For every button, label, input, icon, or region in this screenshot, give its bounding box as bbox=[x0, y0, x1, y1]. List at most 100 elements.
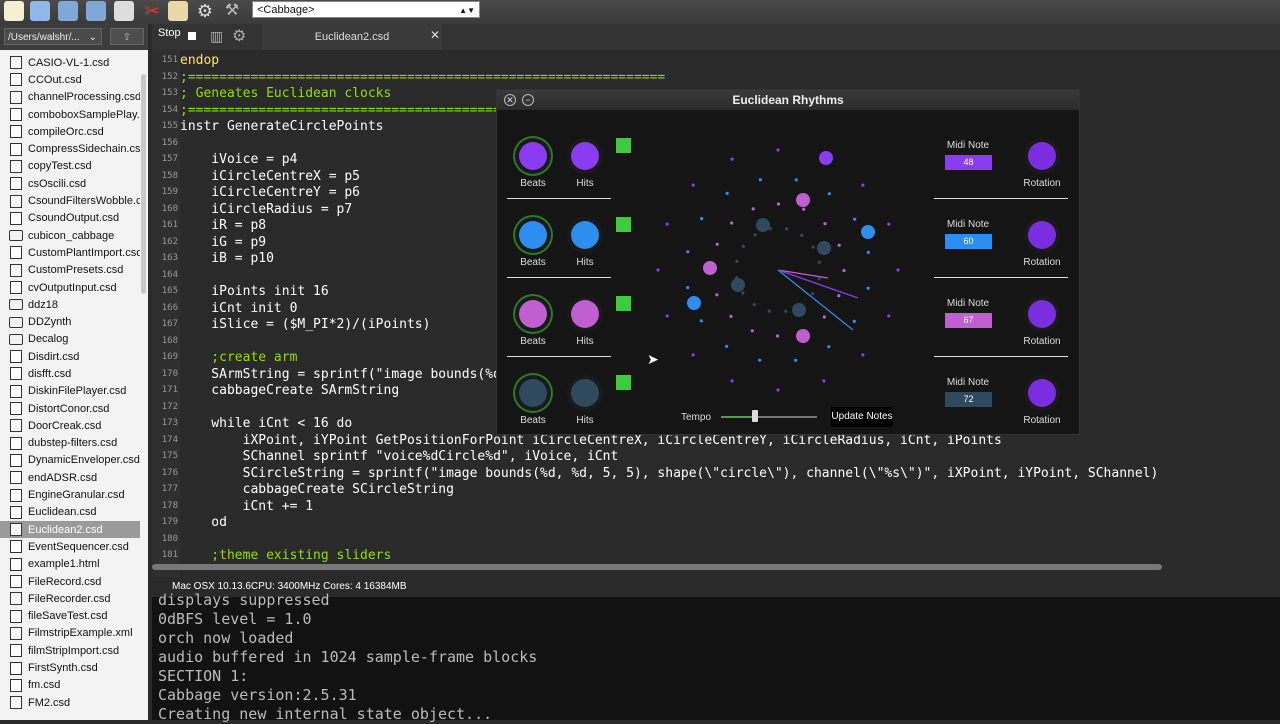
file-list-item[interactable]: disfft.csd bbox=[0, 365, 140, 382]
file-list-item[interactable]: DoorCreak.csd bbox=[0, 417, 140, 434]
file-list-item[interactable]: CustomPlantImport.csd bbox=[0, 244, 140, 261]
sidebar-scrollbar[interactable] bbox=[141, 74, 146, 294]
update-notes-button[interactable]: Update Notes bbox=[831, 407, 893, 427]
line-number: 180 bbox=[161, 533, 178, 544]
plugin-title-bar: Euclidean Rhythms bbox=[497, 90, 1079, 110]
file-list-item[interactable]: DiskinFilePlayer.csd bbox=[0, 383, 140, 400]
file-list-item[interactable]: CsoundFiltersWobble.csd bbox=[0, 192, 140, 209]
grid-icon[interactable]: ▥ bbox=[210, 28, 223, 45]
close-icon[interactable]: ✕ bbox=[504, 94, 516, 106]
horizontal-scrollbar[interactable] bbox=[152, 564, 1162, 570]
rotation-knob[interactable] bbox=[1024, 138, 1060, 174]
file-list-item[interactable]: channelProcessing.csd bbox=[0, 89, 140, 106]
rotation-knob[interactable] bbox=[1024, 375, 1060, 411]
tempo-slider-thumb[interactable] bbox=[751, 410, 758, 422]
step-dot bbox=[776, 148, 780, 152]
file-list-item[interactable]: FileRecord.csd bbox=[0, 573, 140, 590]
file-list-item[interactable]: FM2.csd bbox=[0, 694, 140, 711]
new-file-icon[interactable] bbox=[4, 1, 24, 21]
settings-gear-icon[interactable]: ⚙ bbox=[195, 1, 215, 21]
file-icon bbox=[10, 488, 22, 502]
file-list-item[interactable]: csOscili.csd bbox=[0, 175, 140, 192]
file-list-item[interactable]: copyTest.csd bbox=[0, 158, 140, 175]
cut-icon[interactable]: ✂ bbox=[142, 1, 162, 21]
file-list-item[interactable]: dubstep-filters.csd bbox=[0, 435, 140, 452]
file-list-item[interactable]: compileOrc.csd bbox=[0, 123, 140, 140]
save-icon[interactable] bbox=[58, 1, 78, 21]
file-list-item[interactable]: CASIO-VL-1.csd bbox=[0, 54, 140, 71]
beats-knob[interactable] bbox=[515, 375, 551, 411]
file-list-item[interactable]: comboboxSamplePlay.csd bbox=[0, 106, 140, 123]
beats-knob[interactable] bbox=[515, 296, 551, 332]
file-list-item[interactable]: CsoundOutput.csd bbox=[0, 210, 140, 227]
file-list-item[interactable]: cvOutputInput.csd bbox=[0, 279, 140, 296]
tool-icon[interactable]: ⚒ bbox=[222, 1, 242, 21]
file-list-item[interactable]: Disdirt.csd bbox=[0, 348, 140, 365]
knob-face bbox=[571, 142, 599, 170]
tab-euclidean2[interactable]: Euclidean2.csd bbox=[262, 24, 442, 50]
close-tab-icon[interactable]: ✕ bbox=[430, 28, 440, 42]
beats-label: Beats bbox=[520, 415, 546, 426]
file-name: DynamicEnveloper.csd bbox=[28, 454, 140, 467]
line-number: 166 bbox=[161, 302, 178, 313]
enable-toggle[interactable] bbox=[616, 138, 631, 153]
paste-icon[interactable] bbox=[168, 1, 188, 21]
copy-icon[interactable] bbox=[114, 1, 134, 21]
file-list-item[interactable]: ddz18 bbox=[0, 296, 140, 313]
open-folder-icon[interactable] bbox=[30, 1, 50, 21]
beats-knob[interactable] bbox=[515, 217, 551, 253]
file-name: CCOut.csd bbox=[28, 73, 82, 86]
midi-note-value[interactable]: 48 bbox=[945, 155, 992, 170]
file-name: disfft.csd bbox=[28, 367, 72, 380]
file-list-item[interactable]: Euclidean2.csd bbox=[0, 521, 140, 539]
beats-knob[interactable] bbox=[515, 138, 551, 174]
rotation-knob[interactable] bbox=[1024, 296, 1060, 332]
file-list-item[interactable]: FileRecorder.csd bbox=[0, 590, 140, 607]
path-dropdown[interactable]: /Users/walshr/... ⌄ bbox=[4, 28, 102, 45]
file-list-item[interactable]: CustomPresets.csd bbox=[0, 262, 140, 279]
stop-button[interactable]: Stop bbox=[158, 27, 181, 39]
minimize-icon[interactable]: − bbox=[522, 94, 534, 106]
line-number: 165 bbox=[161, 286, 178, 296]
line-number: 151 bbox=[161, 55, 178, 65]
file-list-item[interactable]: DistortConor.csd bbox=[0, 400, 140, 417]
file-list-item[interactable]: Decalog bbox=[0, 331, 140, 348]
file-list-item[interactable]: cubicon_cabbage bbox=[0, 227, 140, 244]
file-list-item[interactable]: DDZynth bbox=[0, 313, 140, 330]
enable-toggle[interactable] bbox=[616, 296, 631, 311]
file-list-item[interactable]: EventSequencer.csd bbox=[0, 538, 140, 555]
file-list-item[interactable]: CompressSidechain.csd bbox=[0, 140, 140, 157]
file-name: dubstep-filters.csd bbox=[28, 437, 118, 450]
file-list-item[interactable]: Euclidean.csd bbox=[0, 504, 140, 521]
hits-knob[interactable] bbox=[567, 217, 603, 253]
hits-label: Hits bbox=[576, 336, 594, 347]
hits-knob[interactable] bbox=[567, 296, 603, 332]
step-dot bbox=[775, 334, 780, 338]
enable-toggle[interactable] bbox=[616, 217, 631, 232]
file-list-item[interactable]: example1.html bbox=[0, 556, 140, 573]
instrument-select[interactable]: <Cabbage> ▲▼ bbox=[252, 1, 480, 18]
midi-note-value[interactable]: 72 bbox=[945, 392, 992, 407]
step-dot bbox=[725, 344, 729, 348]
file-list-item[interactable]: DynamicEnveloper.csd bbox=[0, 452, 140, 469]
file-list-item[interactable]: fm.csd bbox=[0, 677, 140, 694]
file-list-item[interactable]: fileSaveTest.csd bbox=[0, 608, 140, 625]
file-list-item[interactable]: FilmstripExample.xml bbox=[0, 625, 140, 642]
file-list-item[interactable]: FirstSynth.csd bbox=[0, 659, 140, 676]
midi-note-value[interactable]: 67 bbox=[945, 313, 992, 328]
save-as-icon[interactable] bbox=[86, 1, 106, 21]
hits-knob[interactable] bbox=[567, 138, 603, 174]
hits-knob[interactable] bbox=[567, 375, 603, 411]
gear-icon[interactable]: ⚙ bbox=[232, 26, 246, 46]
enable-toggle[interactable] bbox=[616, 375, 631, 390]
midi-note-label: Midi Note bbox=[946, 377, 990, 388]
rotation-knob[interactable] bbox=[1024, 217, 1060, 253]
file-list-item[interactable]: filmStripImport.csd bbox=[0, 642, 140, 659]
midi-note-value[interactable]: 60 bbox=[945, 234, 992, 249]
code-text: SCircleString = sprintf("image bounds(%d… bbox=[180, 465, 1159, 481]
file-list-item[interactable]: EngineGranular.csd bbox=[0, 486, 140, 503]
file-list-item[interactable]: endADSR.csd bbox=[0, 469, 140, 486]
up-directory-button[interactable]: ⇧ bbox=[110, 28, 144, 45]
step-dot bbox=[758, 358, 762, 362]
file-list-item[interactable]: CCOut.csd bbox=[0, 71, 140, 88]
